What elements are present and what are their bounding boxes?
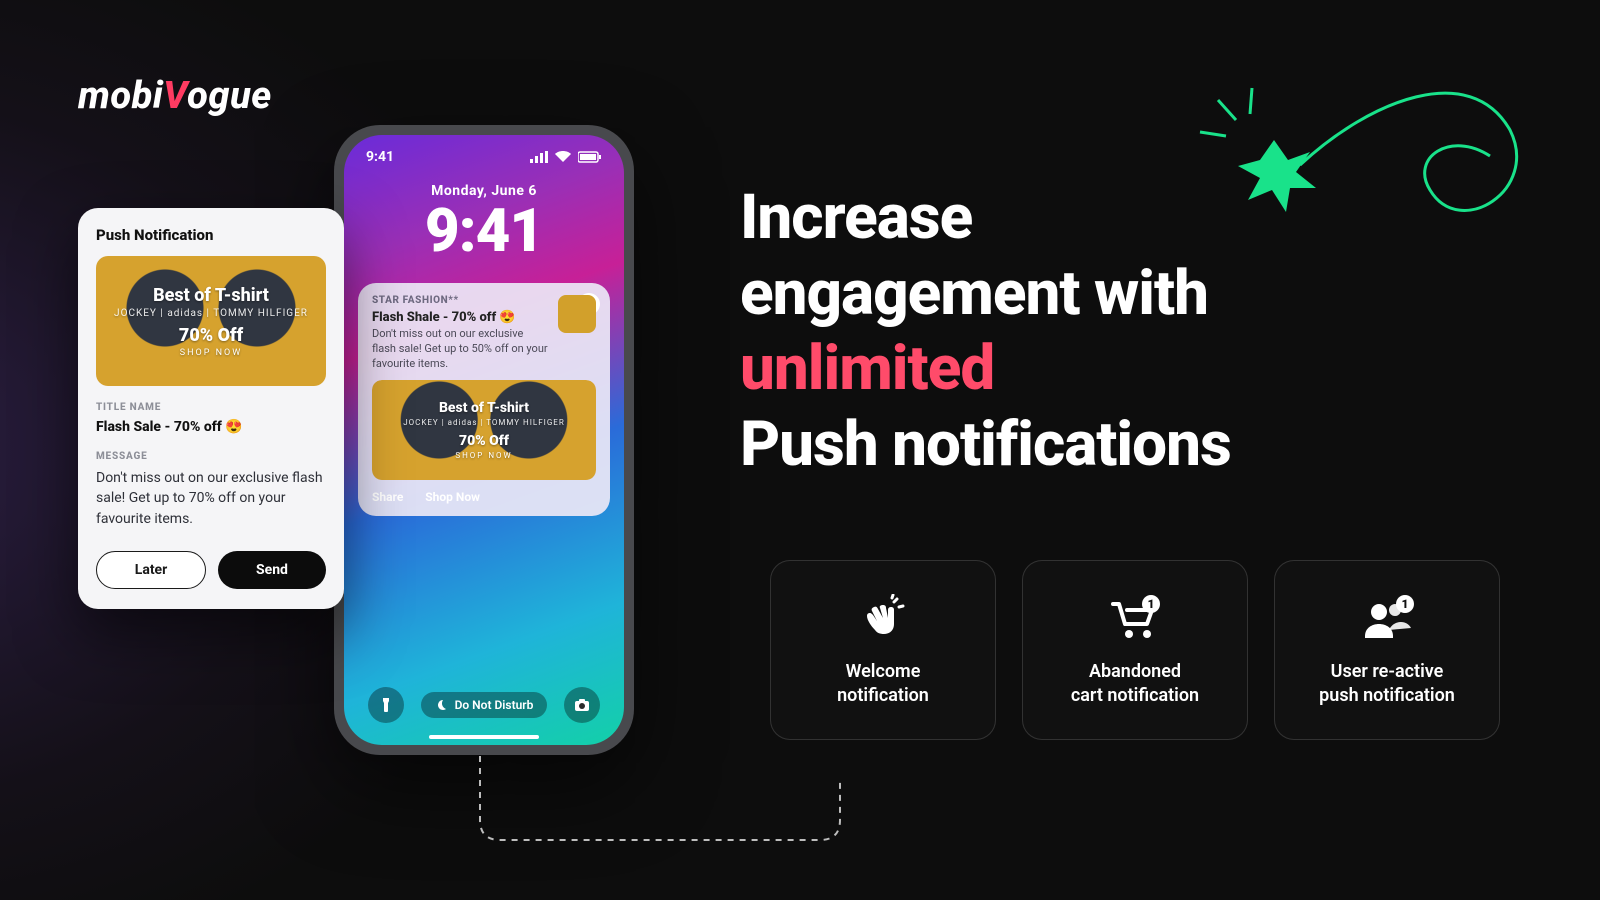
logo-post: ogue — [187, 74, 272, 118]
tile-label: User re-active push notification — [1319, 660, 1455, 709]
status-indicators — [530, 151, 602, 163]
headline-line-1: Increase — [740, 180, 1500, 256]
svg-text:1: 1 — [1148, 597, 1155, 611]
cellular-icon — [530, 151, 548, 163]
push-composer-card: Push Notification Best of T-shirt JOCKEY… — [78, 208, 344, 609]
notif-action-shop[interactable]: Shop Now — [425, 490, 480, 504]
tile-reactivate[interactable]: 1 User re-active push notification — [1274, 560, 1500, 740]
notif-thumbnail — [558, 295, 596, 333]
flashlight-button[interactable] — [368, 687, 404, 723]
headline-line-4: Push notifications — [740, 407, 1500, 483]
wifi-icon — [554, 151, 572, 163]
notif-body: Don't miss out on our exclusive flash sa… — [372, 327, 548, 372]
focus-pill[interactable]: Do Not Disturb — [421, 692, 548, 718]
later-button[interactable]: Later — [96, 551, 206, 589]
home-indicator — [429, 735, 539, 739]
logo-v: V — [163, 74, 187, 118]
battery-icon — [578, 151, 602, 163]
title-value[interactable]: Flash Sale - 70% off 😍 — [96, 419, 326, 435]
cart-badge-icon: 1 — [1107, 592, 1163, 646]
users-badge-icon: 1 — [1357, 592, 1417, 646]
lock-notification[interactable]: ⌃ STAR FASHION** Flash Shale - 70% off 😍… — [358, 283, 610, 516]
connector-line — [430, 750, 850, 870]
svg-text:1: 1 — [1402, 597, 1409, 611]
tile-abandoned-cart[interactable]: 1 Abandoned cart notification — [1022, 560, 1248, 740]
send-button[interactable]: Send — [218, 551, 326, 589]
notif-title: Flash Shale - 70% off 😍 — [372, 310, 548, 325]
title-label: TITLE NAME — [96, 402, 326, 413]
tile-label: Welcome notification — [837, 660, 929, 709]
flashlight-icon — [378, 697, 394, 713]
notif-hero-image: Best of T-shirt JOCKEY | adidas | TOMMY … — [372, 380, 596, 480]
phone-screen: 9:41 Monday, June 6 9:41 ⌃ STAR FASHION*… — [344, 135, 624, 745]
moon-icon — [435, 699, 447, 711]
headline-line-3: unlimited — [740, 331, 1500, 407]
tile-welcome[interactable]: Welcome notification — [770, 560, 996, 740]
message-value[interactable]: Don't miss out on our exclusive flash sa… — [96, 468, 326, 529]
feature-tiles: Welcome notification 1 Abandoned cart no… — [770, 560, 1500, 740]
status-time: 9:41 — [366, 149, 394, 165]
headline: Increase engagement with unlimited Push … — [740, 180, 1500, 483]
tile-label: Abandoned cart notification — [1071, 660, 1199, 709]
notif-action-share[interactable]: Share — [372, 490, 403, 504]
phone-mock: 9:41 Monday, June 6 9:41 ⌃ STAR FASHION*… — [334, 125, 634, 755]
brand-logo: mobiVogue — [78, 74, 272, 118]
focus-label: Do Not Disturb — [455, 698, 534, 712]
logo-pre: mobi — [78, 74, 163, 118]
lock-time: 9:41 — [344, 201, 624, 261]
notif-app-name: STAR FASHION** — [372, 295, 548, 306]
wave-hand-icon — [858, 592, 908, 646]
composer-heading: Push Notification — [96, 226, 326, 244]
camera-button[interactable] — [564, 687, 600, 723]
composer-hero-image: Best of T-shirt JOCKEY | adidas | TOMMY … — [96, 256, 326, 386]
camera-icon — [574, 697, 590, 713]
message-label: MESSAGE — [96, 451, 326, 462]
headline-line-2: engagement with — [740, 256, 1500, 332]
status-bar: 9:41 — [344, 135, 624, 165]
